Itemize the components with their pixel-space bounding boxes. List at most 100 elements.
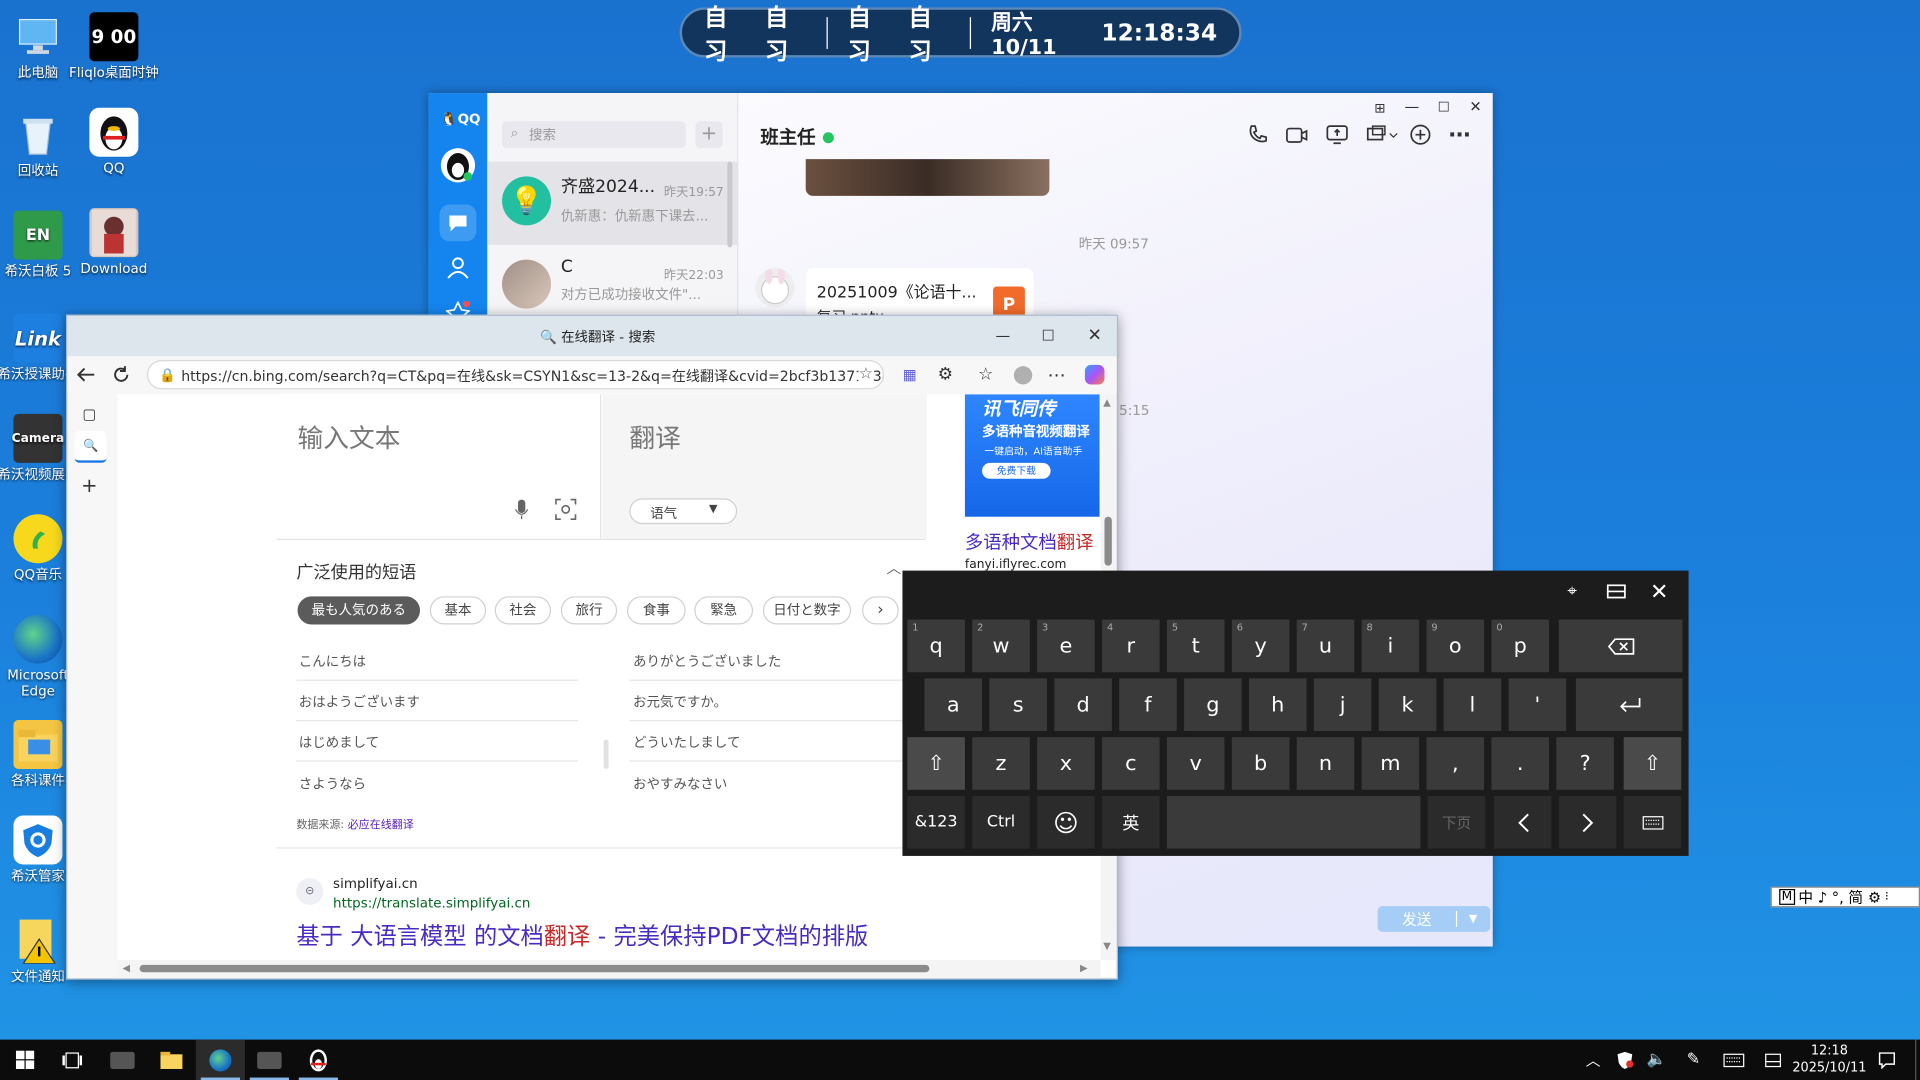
phrase-item[interactable]: おやすみなさい (633, 774, 727, 794)
symbols-key[interactable]: &123 (907, 795, 965, 849)
taskbar-camera-app-2[interactable] (245, 1040, 294, 1080)
key-period[interactable]: . (1491, 737, 1549, 790)
emoji-key[interactable]: ☺ (1037, 795, 1095, 849)
key-i[interactable]: 8i (1361, 619, 1420, 673)
scroll-left-arrow-icon[interactable]: ◀ (122, 962, 130, 973)
taskbar-qq[interactable] (294, 1040, 343, 1080)
ad-banner[interactable]: 讯飞同传 多语种音视频翻译 一键启动，AI语音助手 免费下载 (964, 394, 1100, 517)
chat-image-thumbnail[interactable] (805, 159, 1050, 196)
new-tab-button[interactable]: + (77, 473, 101, 497)
reading-view-icon[interactable]: ▦ (898, 362, 922, 386)
key-l[interactable]: l (1443, 678, 1502, 732)
gear-icon[interactable]: ⚙ (1868, 888, 1881, 905)
source-text-input[interactable]: 输入文本 (276, 394, 602, 539)
scrollbar-thumb[interactable] (139, 964, 930, 973)
result-site[interactable]: simplifyai.cn (333, 876, 418, 892)
ime-toolbar[interactable]: M 中 ♪ °, 简 ⚙ ⁝ (1770, 886, 1920, 908)
key-t[interactable]: 5t (1166, 619, 1225, 673)
scroll-up-arrow-icon[interactable]: ▲ (1103, 397, 1111, 408)
taskbar-file-explorer[interactable] (147, 1040, 196, 1080)
list-scrollbar[interactable] (727, 161, 733, 248)
phrase-item[interactable]: ありがとうございました (633, 651, 781, 671)
chip-dates-numbers[interactable]: 日付と数字 (762, 596, 852, 625)
camera-scan-icon[interactable] (553, 497, 577, 521)
source-link[interactable]: 必应在线翻译 (348, 819, 414, 831)
result-url[interactable]: https://translate.simplifyai.cn (333, 895, 530, 911)
volume-icon[interactable]: 🔈 (1643, 1040, 1670, 1080)
phrase-item[interactable]: おはようございます (299, 692, 420, 712)
pen-icon[interactable]: ✎ (1680, 1040, 1707, 1080)
tab-actions-icon[interactable]: ▢ (77, 402, 101, 426)
remote-assist-icon[interactable] (1365, 122, 1399, 146)
space-key[interactable] (1166, 795, 1421, 849)
language-key[interactable]: 英 (1102, 795, 1160, 849)
left-arrow-key[interactable] (1493, 795, 1552, 849)
tablet-mode-icon[interactable] (1760, 1040, 1787, 1080)
chevron-up-icon[interactable]: ︿ (887, 557, 902, 578)
key-a[interactable]: a (924, 678, 983, 732)
chevron-down-icon[interactable]: ▼ (1457, 913, 1489, 925)
key-r[interactable]: 4r (1102, 619, 1160, 673)
key-o[interactable]: 9o (1426, 619, 1485, 673)
phrase-item[interactable]: こんにちは (299, 651, 366, 671)
key-x[interactable]: x (1037, 737, 1095, 790)
tray-overflow-chevron-up-icon[interactable]: ︿ (1581, 1040, 1605, 1080)
shift-key-right[interactable]: ⇧ (1623, 737, 1682, 790)
key-j[interactable]: j (1313, 678, 1372, 732)
microphone-icon[interactable] (509, 497, 533, 521)
result-title-link[interactable]: 基于 大语言模型 的文档翻译 - 完美保持PDF文档的排版 (296, 918, 868, 951)
scroll-down-arrow-icon[interactable]: ▼ (1103, 940, 1111, 951)
contacts-nav-button[interactable] (446, 256, 470, 285)
pin-icon[interactable]: ⊞ (1370, 98, 1390, 118)
close-button[interactable]: ✕ (1466, 96, 1486, 118)
tab-search[interactable]: 🔍 (74, 431, 107, 463)
start-button[interactable] (0, 1040, 49, 1080)
favorite-star-icon[interactable]: ☆ (858, 364, 874, 384)
refresh-icon[interactable] (109, 362, 133, 386)
key-h[interactable]: h (1248, 678, 1307, 732)
phrases-scrollbar[interactable] (603, 739, 609, 769)
desktop-icon-qq[interactable]: QQ (69, 107, 160, 176)
key-w[interactable]: 2w (972, 619, 1030, 673)
key-e[interactable]: 3e (1037, 619, 1095, 673)
key-u[interactable]: 7u (1296, 619, 1355, 673)
key-g[interactable]: g (1184, 678, 1242, 732)
keyboard-layout-key[interactable] (1623, 795, 1682, 849)
page-down-key[interactable]: 下页 (1427, 795, 1486, 849)
chevron-right-icon[interactable]: › (862, 596, 899, 625)
key-comma[interactable]: , (1426, 737, 1485, 790)
key-q[interactable]: 1q (907, 619, 965, 673)
key-n[interactable]: n (1296, 737, 1355, 790)
ime-mode-icon[interactable]: M (1779, 888, 1795, 905)
key-v[interactable]: v (1166, 737, 1225, 790)
key-s[interactable]: s (989, 678, 1047, 732)
dock-keyboard-icon[interactable] (1603, 579, 1630, 603)
chip-food[interactable]: 食事 (626, 596, 686, 625)
more-options-icon[interactable]: ⋯ (1446, 122, 1473, 148)
close-keyboard-button[interactable]: ✕ (1646, 578, 1673, 605)
horizontal-scrollbar[interactable]: ◀ ▶ (117, 960, 1101, 978)
video-call-icon[interactable] (1284, 122, 1308, 146)
ime-menu-icon[interactable]: ⁝ (1885, 890, 1889, 903)
key-b[interactable]: b (1231, 737, 1290, 790)
key-p[interactable]: 0p (1491, 619, 1549, 673)
taskbar-edge[interactable] (195, 1039, 245, 1080)
taskbar-clock[interactable]: 12:18 2025/10/11 (1790, 1042, 1868, 1076)
phone-icon[interactable] (1245, 122, 1269, 146)
key-y[interactable]: 6y (1231, 619, 1290, 673)
more-options-icon[interactable]: ⋯ (1044, 362, 1068, 386)
enter-key[interactable] (1575, 678, 1683, 732)
add-button[interactable]: + (695, 121, 723, 149)
desktop-icon-download[interactable]: Download (69, 208, 160, 277)
maximize-button[interactable]: ☐ (1035, 323, 1062, 347)
show-desktop-button[interactable] (1915, 1039, 1920, 1080)
touch-keyboard-icon[interactable] (1719, 1040, 1748, 1080)
chip-social[interactable]: 社会 (494, 596, 552, 625)
maximize-button[interactable]: ☐ (1434, 96, 1454, 118)
security-shield-icon[interactable] (1611, 1040, 1638, 1080)
minimize-button[interactable]: — (1402, 96, 1422, 118)
copilot-icon[interactable] (1082, 362, 1106, 386)
extensions-icon[interactable]: ⚙ (933, 362, 957, 386)
profile-avatar[interactable] (1010, 362, 1034, 386)
key-c[interactable]: c (1102, 737, 1160, 790)
